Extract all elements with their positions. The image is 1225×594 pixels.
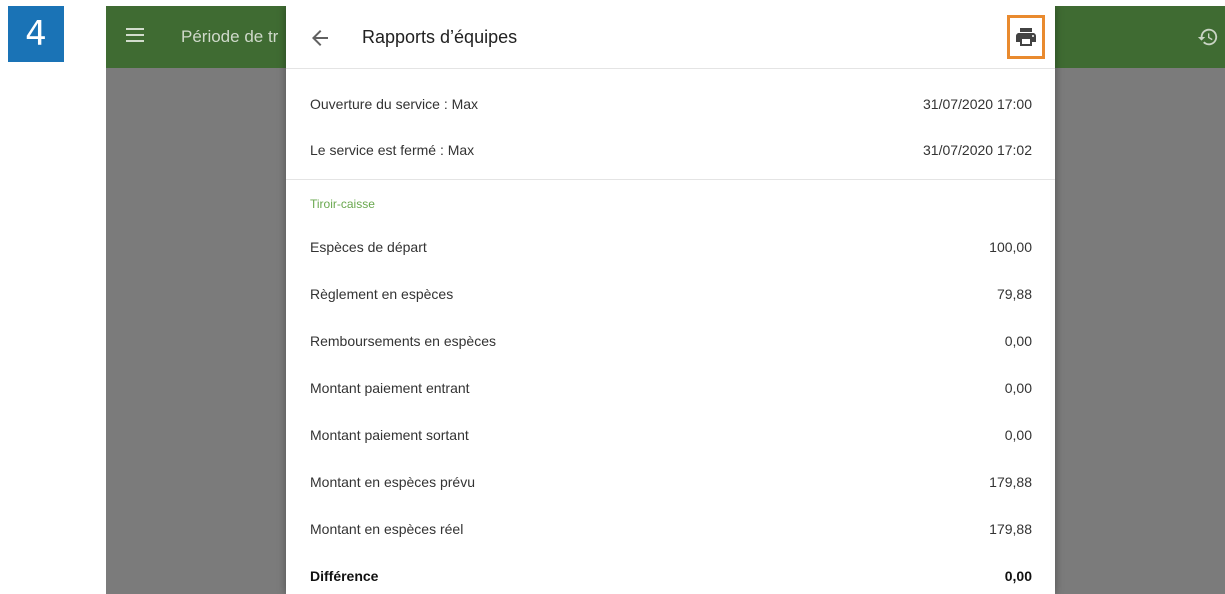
- app-window: Période de tr Rapports d’équipes Ouvertu…: [106, 6, 1225, 594]
- row-value: 79,88: [996, 285, 1032, 302]
- step-number-badge: 4: [8, 6, 64, 62]
- service-closed-row: Le service est fermé : Max 31/07/2020 17…: [286, 127, 1055, 173]
- row-label: Règlement en espèces: [310, 285, 454, 302]
- row-label: Ouverture du service : Max: [310, 96, 479, 112]
- row-value: 0,00: [1004, 426, 1032, 443]
- app-title: Période de tr: [181, 27, 279, 46]
- row-value: 100,00: [989, 238, 1032, 255]
- row-value: 0,00: [1004, 567, 1032, 584]
- row-value: 0,00: [1004, 379, 1032, 396]
- row-label: Montant en espèces prévu: [310, 473, 475, 490]
- row-label: Le service est fermé : Max: [310, 142, 475, 158]
- row-value: 31/07/2020 17:00: [923, 96, 1032, 112]
- row-label: Montant paiement sortant: [310, 426, 469, 443]
- team-reports-dialog: Rapports d’équipes Ouverture du service …: [286, 6, 1055, 594]
- row-value: 31/07/2020 17:02: [923, 142, 1032, 158]
- difference-row: Différence 0,00: [286, 552, 1055, 594]
- row-value: 179,88: [989, 473, 1032, 490]
- row-label: Montant en espèces réel: [310, 520, 464, 537]
- actual-cash-row: Montant en espèces réel 179,88: [286, 505, 1055, 552]
- cash-payments-row: Règlement en espèces 79,88: [286, 270, 1055, 317]
- starting-cash-row: Espèces de départ 100,00: [286, 223, 1055, 270]
- dialog-title: Rapports d’équipes: [362, 27, 518, 47]
- row-value: 0,00: [1004, 332, 1032, 349]
- row-label: Espèces de départ: [310, 238, 427, 255]
- incoming-payment-row: Montant paiement entrant 0,00: [286, 364, 1055, 411]
- hamburger-menu-icon[interactable]: [126, 28, 144, 42]
- outgoing-payment-row: Montant paiement sortant 0,00: [286, 411, 1055, 458]
- printer-icon: [1016, 28, 1036, 46]
- row-label: Différence: [310, 567, 379, 584]
- row-value: 179,88: [989, 520, 1032, 537]
- cash-refunds-row: Remboursements en espèces 0,00: [286, 317, 1055, 364]
- arrow-back-icon[interactable]: [308, 26, 332, 50]
- cash-drawer-section-label: Tiroir-caisse: [310, 197, 375, 211]
- history-icon[interactable]: [1197, 26, 1219, 48]
- service-opened-row: Ouverture du service : Max 31/07/2020 17…: [286, 81, 1055, 127]
- print-button[interactable]: [1007, 15, 1045, 59]
- expected-cash-row: Montant en espèces prévu 179,88: [286, 458, 1055, 505]
- row-label: Montant paiement entrant: [310, 379, 470, 396]
- row-label: Remboursements en espèces: [310, 332, 496, 349]
- dialog-header: Rapports d’équipes: [286, 6, 1055, 69]
